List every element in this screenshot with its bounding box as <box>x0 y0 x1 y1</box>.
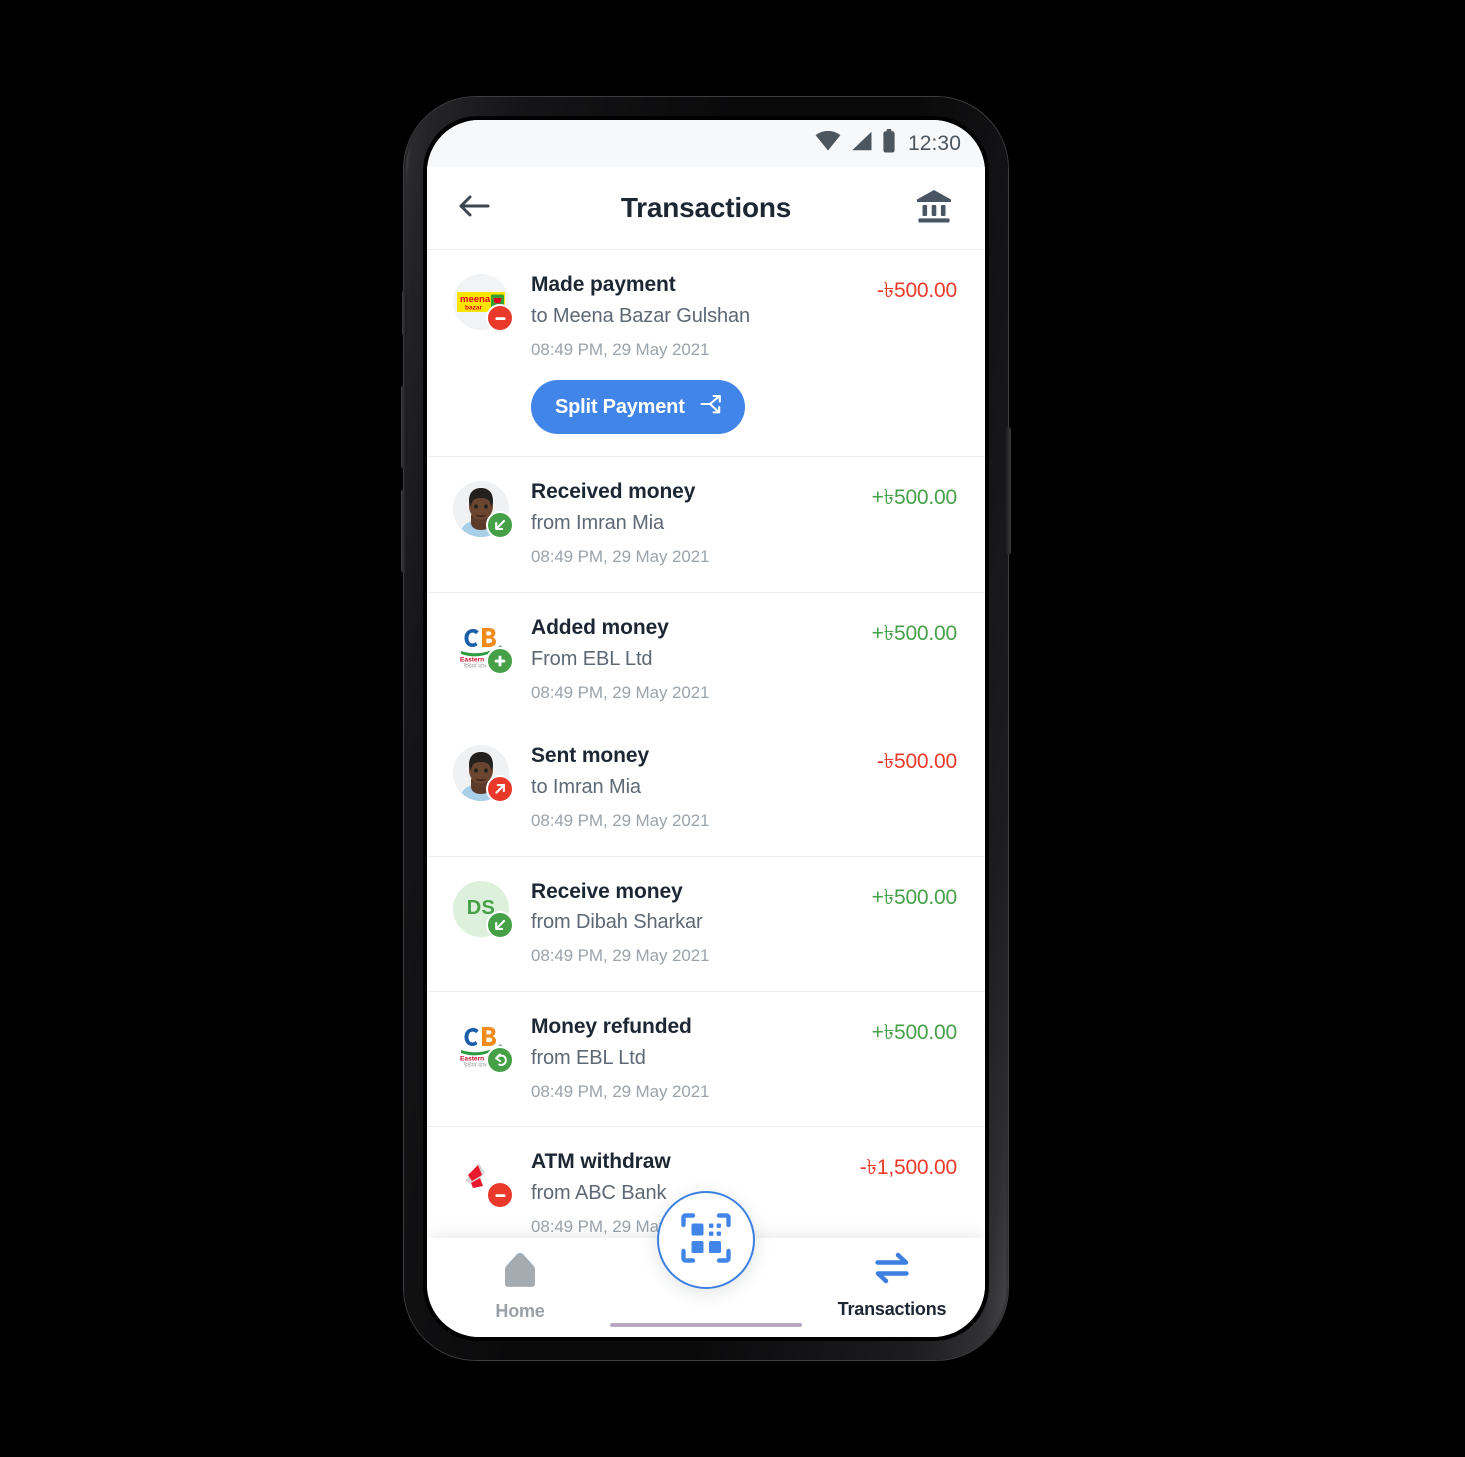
silence-switch[interactable] <box>402 290 407 336</box>
split-payment-button[interactable]: Split Payment <box>531 380 745 435</box>
transaction-counterparty: from Dibah Sharkar <box>531 911 703 934</box>
transactions-list: meena bazar Made payment to Meena Bazar … <box>427 250 985 1262</box>
table-row[interactable]: Sent money to Imran Mia 08:49 PM, 29 May… <box>427 727 985 855</box>
svg-text:meena: meena <box>460 294 491 305</box>
avatar <box>453 745 514 804</box>
transaction-timestamp: 08:49 PM, 29 May 2021 <box>531 339 710 359</box>
bank-accounts-button[interactable] <box>913 187 955 229</box>
refund-undo-icon <box>486 1045 514 1074</box>
table-row[interactable]: meena bazar Made payment to Meena Bazar … <box>427 250 985 456</box>
transaction-title: Received money <box>531 480 696 504</box>
phone-screen: 12:30 Transactions meena bazar Made paym… <box>427 120 985 1337</box>
transaction-timestamp: 08:49 PM, 29 May 2021 <box>531 547 710 567</box>
table-row[interactable]: DS Receive money from Dibah Sharkar 08:4… <box>427 857 985 991</box>
page-title: Transactions <box>620 192 792 223</box>
transaction-title: Added money <box>531 615 669 639</box>
transaction-group: Eastern Bank ইস্টার্ন ব্যাংক <box>427 992 985 1128</box>
transaction-title: Money refunded <box>531 1014 692 1038</box>
avatar: Eastern Bank ইস্টার্ন ব্যাংক <box>453 1015 514 1074</box>
cellular-signal-icon <box>850 131 873 156</box>
transaction-counterparty: to Meena Bazar Gulshan <box>531 304 751 327</box>
transaction-amount: -৳1,500.00 <box>859 1156 957 1180</box>
nav-item-transactions[interactable]: Transactions <box>799 1251 985 1320</box>
avatar: Eastern Bank ইস্টার্ন ব্যাংক <box>453 616 514 675</box>
avatar <box>453 1151 514 1210</box>
avatar: meena bazar <box>453 274 514 332</box>
volume-up-button[interactable] <box>401 385 407 469</box>
transaction-details: Sent money to Imran Mia 08:49 PM, 29 May… <box>509 743 867 833</box>
transaction-counterparty: From EBL Ltd <box>531 647 653 670</box>
nav-item-home[interactable]: Home <box>427 1251 613 1322</box>
svg-text:bazar: bazar <box>465 305 482 312</box>
transaction-title: ATM withdraw <box>531 1150 671 1174</box>
bank-icon <box>916 189 952 228</box>
transfer-arrows-icon <box>872 1251 912 1290</box>
transaction-group: DS Receive money from Dibah Sharkar 08:4… <box>427 857 985 992</box>
transaction-amount: +৳500.00 <box>871 1020 958 1044</box>
arrow-down-left-icon <box>486 910 514 939</box>
wifi-icon <box>815 130 841 156</box>
arrow-up-right-icon <box>486 775 514 804</box>
transaction-amount: -৳500.00 <box>876 279 957 302</box>
transaction-counterparty: from Imran Mia <box>531 512 665 535</box>
transaction-counterparty: to Imran Mia <box>531 776 641 798</box>
transaction-details: Received money from Imran Mia 08:49 PM, … <box>509 479 862 569</box>
transaction-timestamp: 08:49 PM, 29 May 2021 <box>531 811 710 830</box>
screenshot-stage: 12:30 Transactions meena bazar Made paym… <box>0 0 1465 1457</box>
nav-label-home: Home <box>495 1301 545 1321</box>
power-button[interactable] <box>1005 427 1011 555</box>
transaction-title: Made payment <box>531 273 676 296</box>
split-payment-label: Split Payment <box>555 395 685 418</box>
transaction-amount: +৳500.00 <box>871 621 958 645</box>
transaction-amount: +৳500.00 <box>871 885 958 909</box>
home-icon <box>501 1251 539 1292</box>
transaction-details: Receive money from Dibah Sharkar 08:49 P… <box>509 879 862 969</box>
nav-label-transactions: Transactions <box>837 1299 947 1319</box>
home-indicator <box>610 1323 802 1327</box>
status-bar-clock: 12:30 <box>907 131 961 155</box>
transaction-counterparty: from EBL Ltd <box>531 1046 646 1069</box>
transaction-amount: -৳500.00 <box>876 750 957 774</box>
minus-icon <box>486 304 514 332</box>
transaction-amount: +৳500.00 <box>871 486 958 510</box>
table-row[interactable]: Eastern Bank ইস্টার্ন ব্যাংক <box>427 992 985 1126</box>
transaction-group: Eastern Bank ইস্টার্ন ব্যাংক <box>427 593 985 857</box>
transaction-details: Money refunded from EBL Ltd 08:49 PM, 29… <box>509 1014 862 1104</box>
avatar: DS <box>453 880 514 939</box>
avatar <box>453 481 514 540</box>
back-button[interactable] <box>453 187 495 229</box>
split-arrow-icon <box>699 393 723 421</box>
transaction-title: Receive money <box>531 879 683 903</box>
transaction-group: Received money from Imran Mia 08:49 PM, … <box>427 457 985 593</box>
transaction-timestamp: 08:49 PM, 29 May 2021 <box>531 682 710 702</box>
status-bar: 12:30 <box>427 120 985 167</box>
transaction-title: Sent money <box>531 744 650 768</box>
battery-icon <box>882 129 896 158</box>
phone-frame: 12:30 Transactions meena bazar Made paym… <box>401 97 1011 1360</box>
qr-scan-icon <box>679 1211 733 1270</box>
transaction-timestamp: 08:49 PM, 29 May 2021 <box>531 946 710 966</box>
table-row[interactable]: Received money from Imran Mia 08:49 PM, … <box>427 457 985 591</box>
bottom-navigation-wrapper: Home Transactions <box>427 1191 985 1337</box>
plus-icon <box>486 646 514 675</box>
transaction-details: Added money From EBL Ltd 08:49 PM, 29 Ma… <box>509 615 862 705</box>
transaction-timestamp: 08:49 PM, 29 May 2021 <box>531 1081 710 1101</box>
app-bar: Transactions <box>427 167 985 250</box>
back-arrow-icon <box>457 192 491 225</box>
transaction-details: Made payment to Meena Bazar Gulshan 08:4… <box>509 272 867 435</box>
volume-down-button[interactable] <box>401 489 407 573</box>
qr-scan-button[interactable] <box>657 1191 755 1289</box>
transaction-group: meena bazar Made payment to Meena Bazar … <box>427 250 985 458</box>
table-row[interactable]: Eastern Bank ইস্টার্ন ব্যাংক <box>427 593 985 727</box>
